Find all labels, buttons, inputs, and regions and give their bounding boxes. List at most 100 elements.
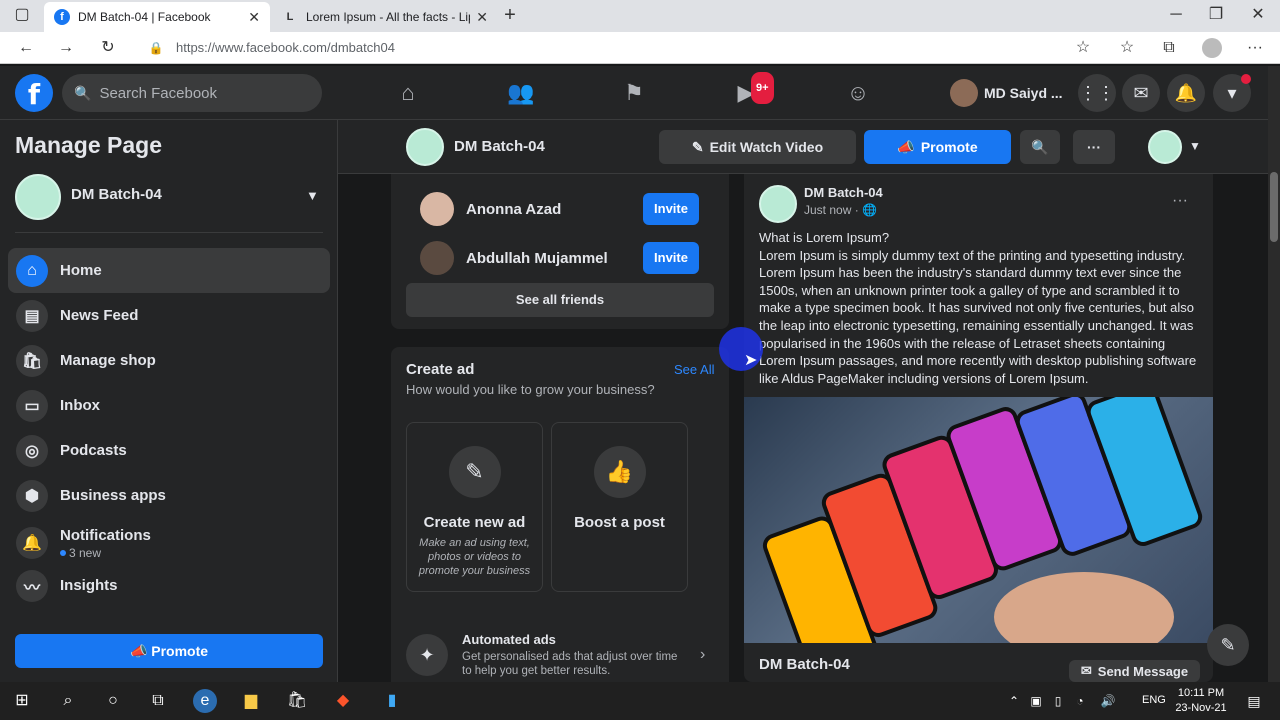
messenger-icon[interactable]: ✉ [1122, 74, 1160, 112]
watch-nav-icon[interactable]: ▶ 9+ [731, 72, 774, 108]
header-promote-button[interactable]: 📣 Promote [864, 130, 1011, 164]
send-message-button[interactable]: ✉ Send Message [1069, 660, 1200, 682]
tab-lorem[interactable]: L Lorem Ipsum - All the facts - Lip ✕ [272, 2, 498, 32]
clock-date: 23-Nov-21 [1175, 702, 1227, 714]
automated-ads-row[interactable]: ✦ Automated ads Get personalised ads tha… [406, 632, 714, 678]
sidebar-item-manage-shop[interactable]: 🛍 Manage shop [8, 338, 330, 383]
menu-grid-icon[interactable]: ⋮⋮ [1078, 74, 1116, 112]
store-icon[interactable]: 🛍 [285, 689, 309, 713]
brave-icon[interactable]: ◆ [331, 689, 355, 713]
create-ad-see-all-link[interactable]: See All [674, 362, 714, 377]
clock-time: 10:11 PM [1177, 687, 1225, 699]
post-options-icon[interactable]: ··· [1172, 192, 1188, 210]
windows-start-icon[interactable]: ⊞ [10, 689, 34, 713]
file-explorer-icon[interactable]: ▆ [239, 689, 263, 713]
sidebar-item-news-feed[interactable]: ▤ News Feed [8, 293, 330, 338]
post-footer-name[interactable]: DM Batch-04 [759, 656, 850, 673]
sidebar-title: Manage Page [15, 132, 162, 158]
sidebar-item-insights[interactable]: 〰 Insights [8, 563, 330, 608]
profile-chip[interactable]: MD Saiyd ... [950, 79, 1063, 107]
sidebar-item-business-apps[interactable]: ⬢ Business apps [8, 473, 330, 518]
language-indicator[interactable]: ENG [1142, 694, 1166, 706]
new-tab-icon[interactable]: + [500, 5, 520, 25]
pages-nav-icon[interactable]: ⚑ [619, 78, 649, 108]
task-view-icon[interactable]: ⧉ [146, 689, 170, 713]
tray-icon[interactable]: ▣ [1024, 689, 1048, 713]
tab-actions-icon[interactable]: ▢ [12, 5, 32, 25]
close-window-icon[interactable]: ✕ [1248, 5, 1268, 25]
header-more-button[interactable]: ··· [1073, 130, 1115, 164]
maximize-icon[interactable]: ❐ [1206, 5, 1226, 25]
search-icon[interactable]: ⌕ [56, 689, 80, 713]
sidebar-item-inbox[interactable]: ▭ Inbox [8, 383, 330, 428]
new-message-fab[interactable]: ✎ [1207, 624, 1249, 666]
battery-icon[interactable]: ▯ [1046, 689, 1070, 713]
friend-row: Anonna Azad [420, 192, 561, 226]
header-account-dropdown-icon[interactable]: ▼ [1189, 139, 1201, 153]
create-new-ad-option[interactable]: ✎ Create new ad Make an ad using text, p… [406, 422, 543, 592]
page-scrollbar[interactable] [1268, 66, 1280, 682]
forward-icon[interactable]: → [56, 38, 76, 58]
post-author[interactable]: DM Batch-04 [804, 185, 883, 200]
minimize-icon[interactable]: ─ [1166, 5, 1186, 25]
home-nav-icon[interactable]: ⌂ [393, 78, 423, 108]
close-tab-icon[interactable]: ✕ [248, 9, 260, 26]
site-info-icon[interactable]: ☆ [1073, 38, 1093, 58]
url-field[interactable]: https://www.facebook.com/dmbatch04 [176, 40, 395, 55]
address-bar: ← → ↻ 🔒 https://www.facebook.com/dmbatch… [0, 32, 1280, 64]
page-name[interactable]: DM Batch-04 [71, 186, 162, 203]
see-all-friends-button[interactable]: See all friends [406, 283, 714, 317]
friend-row: Abdullah Mujammel [420, 241, 608, 275]
tab-facebook[interactable]: f DM Batch-04 | Facebook ✕ [44, 2, 270, 32]
page-switch-dropdown-icon[interactable]: ▼ [306, 188, 319, 203]
sidebar-item-label: Manage shop [60, 352, 156, 369]
sidebar-item-label: Inbox [60, 397, 100, 414]
sidebar-item-notifications[interactable]: 🔔 Notifications 3 new [8, 518, 330, 568]
back-icon[interactable]: ← [16, 38, 36, 58]
volume-icon[interactable]: 🔊 [1096, 689, 1120, 713]
tray-chevron-icon[interactable]: ⌃ [1002, 689, 1026, 713]
facebook-logo-icon[interactable]: f [15, 74, 53, 112]
sidebar-item-podcasts[interactable]: ◎ Podcasts [8, 428, 330, 473]
network-icon[interactable]: ◔ [1068, 689, 1092, 713]
megaphone-icon: 📣 [897, 138, 915, 155]
sidebar-promote-button[interactable]: 📣 Promote [15, 634, 323, 668]
close-tab-icon[interactable]: ✕ [476, 9, 488, 26]
groups-nav-icon[interactable]: ☺ [843, 78, 873, 108]
app-icon[interactable]: ▮ [380, 689, 404, 713]
invite-button[interactable]: Invite [643, 193, 699, 225]
page-header-bar: DM Batch-04 ✎ Edit Watch Video 📣 Promote… [338, 120, 1268, 174]
action-center-icon[interactable]: ▤ [1242, 689, 1266, 713]
chevron-right-icon: › [700, 646, 706, 663]
send-message-label: Send Message [1097, 663, 1189, 679]
header-page-name[interactable]: DM Batch-04 [454, 138, 545, 155]
friend-name[interactable]: Abdullah Mujammel [466, 250, 608, 267]
edge-icon[interactable]: e [193, 689, 217, 713]
edit-watch-video-button[interactable]: ✎ Edit Watch Video [659, 130, 856, 164]
notifications-icon[interactable]: 🔔 [1167, 74, 1205, 112]
post-time[interactable]: Just now · [804, 203, 859, 217]
invite-button[interactable]: Invite [643, 242, 699, 274]
search-input[interactable]: 🔍 Search Facebook [62, 74, 322, 112]
profile-icon[interactable] [1202, 38, 1222, 58]
header-account-avatar[interactable] [1148, 130, 1182, 164]
menu-icon[interactable]: ··· [1245, 38, 1265, 58]
cortana-icon[interactable]: ○ [101, 689, 125, 713]
facebook-top-nav: f 🔍 Search Facebook ⌂ 👥 ⚑ ▶ 9+ ☺ MD Saiy… [0, 66, 1268, 120]
more-icon: ··· [1087, 139, 1101, 155]
scrollbar-thumb[interactable] [1270, 172, 1278, 242]
lock-icon: 🔒 [148, 41, 164, 55]
favorites-icon[interactable]: ☆ [1117, 38, 1137, 58]
clock[interactable]: 10:11 PM 23-Nov-21 [1172, 686, 1230, 716]
automated-title: Automated ads [462, 632, 556, 647]
reload-icon[interactable]: ↻ [98, 38, 118, 58]
friend-name[interactable]: Anonna Azad [466, 201, 561, 218]
collections-icon[interactable]: ⧉ [1159, 38, 1179, 58]
header-search-button[interactable]: 🔍 [1020, 130, 1060, 164]
sidebar-item-home[interactable]: ⌂ Home [8, 248, 330, 293]
friends-nav-icon[interactable]: 👥 [506, 78, 536, 108]
account-dropdown-icon[interactable]: ▾ [1213, 74, 1251, 112]
post-meta: Just now · 🌐 [804, 203, 877, 217]
boost-post-option[interactable]: 👍 Boost a post [551, 422, 688, 592]
blue-dot [60, 550, 66, 557]
